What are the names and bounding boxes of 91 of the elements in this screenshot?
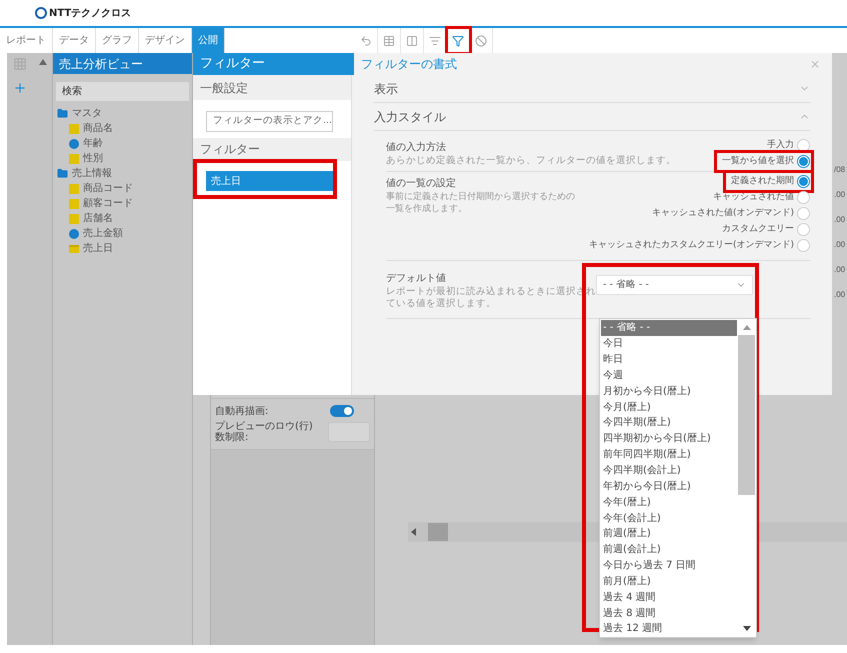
dropdown-option[interactable]: 昨日 bbox=[601, 352, 737, 368]
dropdown-option[interactable]: 今日 bbox=[601, 336, 737, 352]
tree-item[interactable]: 売上情報 bbox=[72, 166, 112, 181]
dropdown-option[interactable]: 前年同四半期(暦上) bbox=[601, 446, 737, 463]
radio-button[interactable] bbox=[797, 223, 810, 236]
folder-icon bbox=[57, 168, 68, 179]
dialog-title: フィルターの書式 bbox=[361, 56, 457, 73]
logo: NTTテクノクロス bbox=[35, 6, 132, 20]
table-cell: .00 bbox=[834, 215, 846, 225]
columns-icon bbox=[406, 34, 418, 46]
setting-label: 値の入力方法 bbox=[386, 140, 447, 155]
dropdown-option[interactable]: 今年(暦上) bbox=[601, 494, 737, 510]
dropdown-option[interactable]: 前週(暦上) bbox=[601, 526, 737, 542]
table-cell: .00 bbox=[834, 240, 846, 250]
radio-button[interactable] bbox=[797, 207, 810, 220]
measure-icon bbox=[69, 228, 79, 238]
option-label: カスタムクエリー bbox=[722, 222, 794, 236]
tree-item[interactable]: 売上日 bbox=[83, 241, 113, 256]
tree-item[interactable]: 売上金額 bbox=[83, 226, 123, 241]
setting-label: デフォルト値 bbox=[386, 272, 447, 286]
search-field[interactable]: 検索 bbox=[56, 82, 189, 101]
section-header[interactable]: 表示 bbox=[374, 75, 810, 103]
setting-description: 事前に定義された日付期間から選択するための一覧を作成します。 bbox=[386, 191, 576, 215]
dropdown-option[interactable]: 月初から今日(暦上) bbox=[601, 383, 737, 400]
filter-icon bbox=[452, 34, 464, 46]
dropdown-option[interactable]: 過去 8 週間 bbox=[601, 605, 737, 622]
dimension-icon bbox=[69, 154, 79, 164]
date-icon bbox=[69, 244, 79, 252]
grid-icon bbox=[13, 57, 27, 71]
panel-title: 売上分析ビュー bbox=[53, 53, 192, 74]
table-cell: .00 bbox=[834, 290, 846, 300]
radio-button[interactable] bbox=[797, 191, 810, 204]
tree-item[interactable]: 顧客コード bbox=[83, 196, 133, 211]
radio-button[interactable] bbox=[797, 155, 810, 168]
dropdown-option[interactable]: 今四半期(会計上) bbox=[601, 462, 737, 478]
dropdown-option[interactable]: 前週(会計上) bbox=[601, 542, 737, 558]
tree-item[interactable]: 年齢 bbox=[83, 136, 103, 151]
tree-item[interactable]: マスタ bbox=[72, 106, 102, 121]
dimension-icon bbox=[69, 124, 79, 134]
dropdown-option[interactable]: 今週 bbox=[601, 368, 737, 384]
dropdown-option[interactable]: 過去 4 週間 bbox=[601, 589, 737, 606]
option-label: 定義された期間 bbox=[731, 174, 794, 188]
block-icon bbox=[475, 34, 487, 46]
option-label: キャッシュされたカスタムクエリー(オンデマンド) bbox=[588, 238, 794, 252]
add-icon bbox=[13, 81, 27, 95]
dropdown-option[interactable]: 年初から今日(暦上) bbox=[601, 478, 737, 494]
section-heading: 一般設定 bbox=[193, 75, 351, 100]
section-heading: フィルター bbox=[193, 138, 351, 161]
vertical-scrollbar[interactable] bbox=[737, 319, 756, 637]
dropdown-option[interactable]: 今月(暦上) bbox=[601, 399, 737, 416]
table-cell: .00 bbox=[834, 265, 846, 275]
dropdown-option[interactable]: 今年(会計上) bbox=[601, 510, 737, 526]
dropdown-option[interactable]: 過去 12 週間 bbox=[601, 621, 737, 637]
option-label: 手入力 bbox=[767, 138, 794, 152]
table-cell: .00 bbox=[834, 190, 846, 200]
setting-label: 値の一覧の設定 bbox=[386, 176, 457, 191]
tree-item[interactable]: 店舗名 bbox=[83, 211, 113, 226]
radio-button[interactable] bbox=[797, 239, 810, 252]
logo-icon bbox=[35, 7, 47, 19]
tree-item[interactable]: 商品コード bbox=[83, 181, 133, 196]
filter-button[interactable] bbox=[447, 28, 470, 53]
dropdown-option[interactable]: 四半期初から今日(暦上) bbox=[601, 430, 737, 447]
list-icon bbox=[429, 34, 441, 46]
toggle-switch[interactable] bbox=[330, 405, 354, 417]
measure-icon bbox=[69, 138, 79, 148]
undo-icon bbox=[360, 34, 372, 46]
table-icon bbox=[383, 34, 395, 46]
folder-icon bbox=[57, 108, 68, 119]
filter-item[interactable]: 売上日 bbox=[206, 171, 333, 192]
setting-label: 自動再描画: bbox=[215, 406, 270, 416]
dropdown-option[interactable]: 前月(暦上) bbox=[601, 574, 737, 590]
setting-description: ている値を選択します。 bbox=[386, 298, 497, 310]
display-settings-button[interactable]: フィルターの表示とアク... bbox=[206, 110, 333, 132]
panel-title: フィルター bbox=[193, 53, 351, 75]
setting-label: プレビューのロウ(行)数制限: bbox=[215, 421, 314, 443]
radio-button[interactable] bbox=[797, 175, 810, 188]
table-cell: /08 bbox=[834, 165, 846, 175]
tree-item[interactable]: 商品名 bbox=[83, 121, 113, 136]
collapse-icon bbox=[38, 59, 46, 65]
default-value-select[interactable]: - - 省略 - - bbox=[596, 275, 753, 295]
scroll-thumb[interactable] bbox=[428, 523, 448, 541]
option-label: キャッシュされた値(オンデマンド) bbox=[652, 206, 794, 220]
dropdown-option[interactable]: 今四半期(暦上) bbox=[601, 415, 737, 431]
dropdown-option[interactable]: - - 省略 - - bbox=[601, 320, 737, 336]
tab[interactable]: 公開 bbox=[192, 28, 225, 53]
option-label: 一覧から値を選択 bbox=[722, 154, 794, 168]
tree-item[interactable]: 性別 bbox=[83, 151, 103, 166]
setting-description: あらかじめ定義された一覧から、フィルターの値を選択します。 bbox=[386, 155, 677, 167]
section-header[interactable]: 入力スタイル bbox=[374, 103, 810, 131]
option-label: キャッシュされた値 bbox=[713, 190, 794, 204]
dropdown-option[interactable]: 今日から過去 7 日間 bbox=[601, 558, 737, 574]
